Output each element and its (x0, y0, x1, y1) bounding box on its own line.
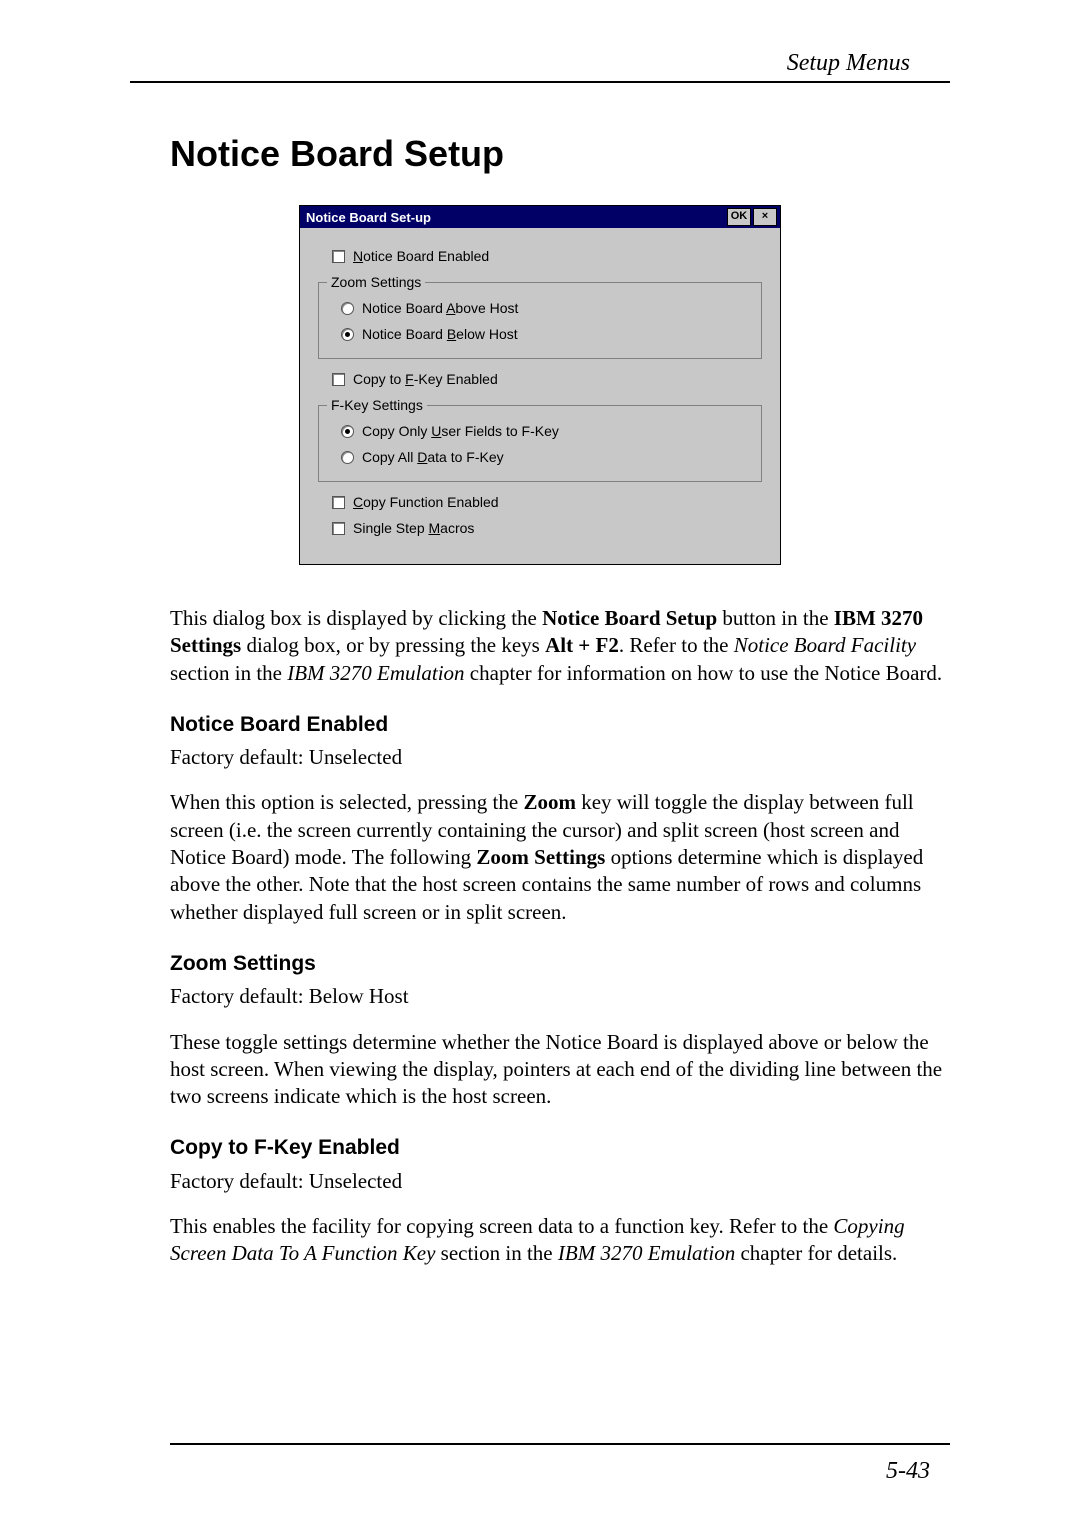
radio-icon (341, 302, 354, 315)
single-step-macros-checkbox[interactable]: Single Step Macros (332, 520, 762, 536)
checkbox-icon (332, 522, 345, 535)
zoom-below-radio[interactable]: Notice Board Below Host (341, 326, 753, 342)
body-text: This dialog box is displayed by clicking… (170, 605, 950, 1268)
running-header: Setup Menus (130, 50, 950, 77)
ok-button[interactable]: OK (727, 208, 751, 226)
copy-fkey-enabled-checkbox[interactable]: Copy to F-Key Enabled (332, 371, 762, 387)
checkbox-label: Single Step Macros (353, 520, 474, 536)
group-legend: F-Key Settings (327, 397, 427, 413)
checkbox-icon (332, 250, 345, 263)
section-paragraph: This enables the facility for copying sc… (170, 1213, 950, 1268)
group-legend: Zoom Settings (327, 274, 425, 290)
radio-label: Copy All Data to F-Key (362, 449, 504, 465)
checkbox-label: Notice Board Enabled (353, 248, 489, 264)
dialog-title: Notice Board Set-up (306, 210, 431, 225)
copy-function-enabled-checkbox[interactable]: Copy Function Enabled (332, 494, 762, 510)
radio-label: Notice Board Above Host (362, 300, 518, 316)
dialog-titlebar: Notice Board Set-up OK × (300, 206, 780, 228)
notice-board-dialog: Notice Board Set-up OK × Notice Board En… (299, 205, 781, 565)
zoom-above-radio[interactable]: Notice Board Above Host (341, 300, 753, 316)
close-button[interactable]: × (753, 208, 777, 226)
zoom-settings-group: Zoom Settings Notice Board Above Host No… (318, 274, 762, 359)
notice-board-enabled-checkbox[interactable]: Notice Board Enabled (332, 248, 762, 264)
factory-default: Factory default: Below Host (170, 983, 950, 1010)
dialog-figure: Notice Board Set-up OK × Notice Board En… (130, 205, 950, 565)
section-heading-copy-fkey: Copy to F-Key Enabled (170, 1134, 950, 1161)
checkbox-icon (332, 496, 345, 509)
rule-top (130, 81, 950, 83)
page: Setup Menus Notice Board Setup Notice Bo… (0, 0, 1080, 1529)
copy-user-fields-radio[interactable]: Copy Only User Fields to F-Key (341, 423, 753, 439)
checkbox-label: Copy to F-Key Enabled (353, 371, 498, 387)
fkey-settings-group: F-Key Settings Copy Only User Fields to … (318, 397, 762, 482)
radio-label: Notice Board Below Host (362, 326, 518, 342)
factory-default: Factory default: Unselected (170, 1168, 950, 1195)
dialog-body: Notice Board Enabled Zoom Settings Notic… (300, 228, 780, 564)
section-heading-enabled: Notice Board Enabled (170, 711, 950, 738)
radio-label: Copy Only User Fields to F-Key (362, 423, 559, 439)
section-heading-zoom: Zoom Settings (170, 950, 950, 977)
rule-bottom (170, 1443, 950, 1445)
section-paragraph: When this option is selected, pressing t… (170, 789, 950, 925)
page-title: Notice Board Setup (170, 133, 950, 175)
page-number: 5-43 (886, 1458, 930, 1485)
checkbox-icon (332, 373, 345, 386)
radio-icon (341, 328, 354, 341)
copy-all-data-radio[interactable]: Copy All Data to F-Key (341, 449, 753, 465)
section-paragraph: These toggle settings determine whether … (170, 1029, 950, 1111)
intro-paragraph: This dialog box is displayed by clicking… (170, 605, 950, 687)
radio-icon (341, 425, 354, 438)
checkbox-label: Copy Function Enabled (353, 494, 499, 510)
factory-default: Factory default: Unselected (170, 744, 950, 771)
radio-icon (341, 451, 354, 464)
